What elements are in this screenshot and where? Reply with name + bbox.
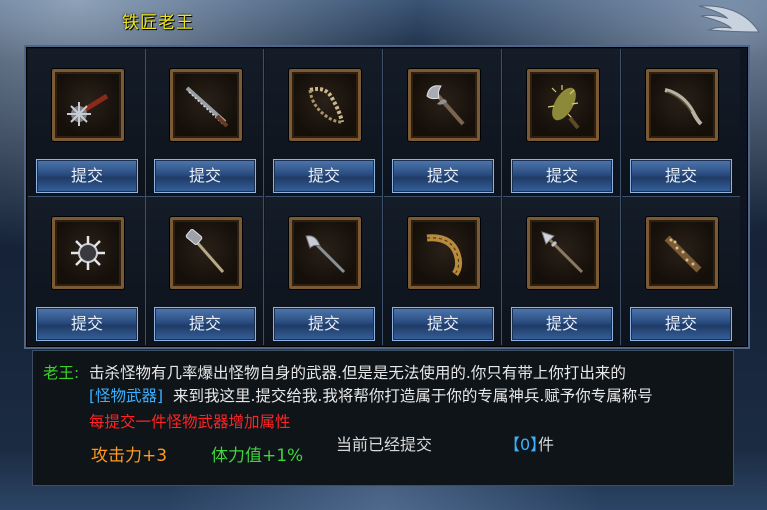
spiked-mace-icon bbox=[67, 93, 109, 126]
war-hammer-icon bbox=[185, 228, 225, 273]
item-slot[interactable] bbox=[170, 69, 242, 141]
glaive-icon bbox=[305, 235, 346, 274]
npc-dialog-text-panel: 老王: 击杀怪物有几率爆出怪物自身的武器.但是是无法使用的.你只有带上你打出来的… bbox=[32, 350, 734, 486]
submit-button[interactable]: 提交 bbox=[630, 307, 732, 341]
item-slot[interactable] bbox=[52, 217, 124, 289]
item-slot[interactable] bbox=[408, 69, 480, 141]
hp-bonus-label: 体力值+1% bbox=[211, 446, 304, 466]
submit-button[interactable]: 提交 bbox=[154, 307, 256, 341]
bone-chain-icon bbox=[308, 87, 344, 124]
dialog-line-1: 击杀怪物有几率爆出怪物自身的武器.但是是无法使用的.你只有带上你打出来的 bbox=[89, 364, 626, 382]
spear-icon bbox=[541, 231, 584, 274]
attack-bonus-label: 攻击力+3 bbox=[91, 446, 168, 466]
item-slot[interactable] bbox=[170, 217, 242, 289]
morning-star-icon bbox=[71, 236, 105, 270]
submit-button[interactable]: 提交 bbox=[392, 307, 494, 341]
submit-button[interactable]: 提交 bbox=[392, 159, 494, 193]
weapon-slot-8: 提交 bbox=[146, 197, 264, 345]
weapon-slot-6: 提交 bbox=[622, 49, 740, 197]
item-slot[interactable] bbox=[52, 69, 124, 141]
submit-button[interactable]: 提交 bbox=[273, 159, 375, 193]
weapon-slot-11: 提交 bbox=[503, 197, 621, 345]
item-slot[interactable] bbox=[408, 217, 480, 289]
item-slot[interactable] bbox=[527, 217, 599, 289]
weapon-slot-9: 提交 bbox=[265, 197, 383, 345]
battle-axe-icon bbox=[426, 85, 465, 126]
submitted-count-unit: 件 bbox=[538, 435, 555, 454]
submit-button[interactable]: 提交 bbox=[273, 307, 375, 341]
submit-button[interactable]: 提交 bbox=[154, 159, 256, 193]
npc-dialog-window: 铁匠老王 提交 提交 提交 提交 提交 提交 提交 提交 提交 提交 提交 提交… bbox=[0, 0, 767, 510]
weapon-slot-3: 提交 bbox=[265, 49, 383, 197]
serrated-blade-icon bbox=[185, 86, 229, 128]
weapon-slot-12: 提交 bbox=[622, 197, 740, 345]
spiked-club-icon bbox=[547, 85, 580, 130]
weapon-slot-10: 提交 bbox=[384, 197, 502, 345]
weapon-slot-grid: 提交 提交 提交 提交 提交 提交 提交 提交 提交 提交 提交 提交 bbox=[24, 45, 750, 349]
item-slot[interactable] bbox=[289, 217, 361, 289]
submit-button[interactable]: 提交 bbox=[511, 159, 613, 193]
weapon-slot-4: 提交 bbox=[384, 49, 502, 197]
window-title: 铁匠老王 bbox=[122, 13, 194, 33]
submitted-count-label: 当前已经提交 bbox=[336, 435, 433, 454]
wing-ornament-icon bbox=[698, 5, 760, 33]
studded-club-icon bbox=[664, 235, 702, 273]
monster-weapon-highlight: [怪物武器] bbox=[89, 387, 164, 405]
curved-horn-icon bbox=[426, 234, 463, 277]
npc-name-label: 老王: bbox=[43, 364, 80, 382]
submit-button[interactable]: 提交 bbox=[511, 307, 613, 341]
submit-button[interactable]: 提交 bbox=[36, 307, 138, 341]
curved-blade-icon bbox=[664, 88, 703, 126]
submit-button[interactable]: 提交 bbox=[36, 159, 138, 193]
submit-button[interactable]: 提交 bbox=[630, 159, 732, 193]
dialog-line-2: 来到我这里.提交给我.我将帮你打造属于你的专属神兵.赋予你专属称号 bbox=[173, 387, 653, 405]
bonus-description: 每提交一件怪物武器增加属性 bbox=[89, 413, 291, 431]
item-slot[interactable] bbox=[527, 69, 599, 141]
weapon-slot-7: 提交 bbox=[28, 197, 146, 345]
item-slot[interactable] bbox=[646, 69, 718, 141]
item-slot[interactable] bbox=[289, 69, 361, 141]
item-slot[interactable] bbox=[646, 217, 718, 289]
weapon-slot-5: 提交 bbox=[503, 49, 621, 197]
weapon-slot-1: 提交 bbox=[28, 49, 146, 197]
weapon-slot-2: 提交 bbox=[146, 49, 264, 197]
